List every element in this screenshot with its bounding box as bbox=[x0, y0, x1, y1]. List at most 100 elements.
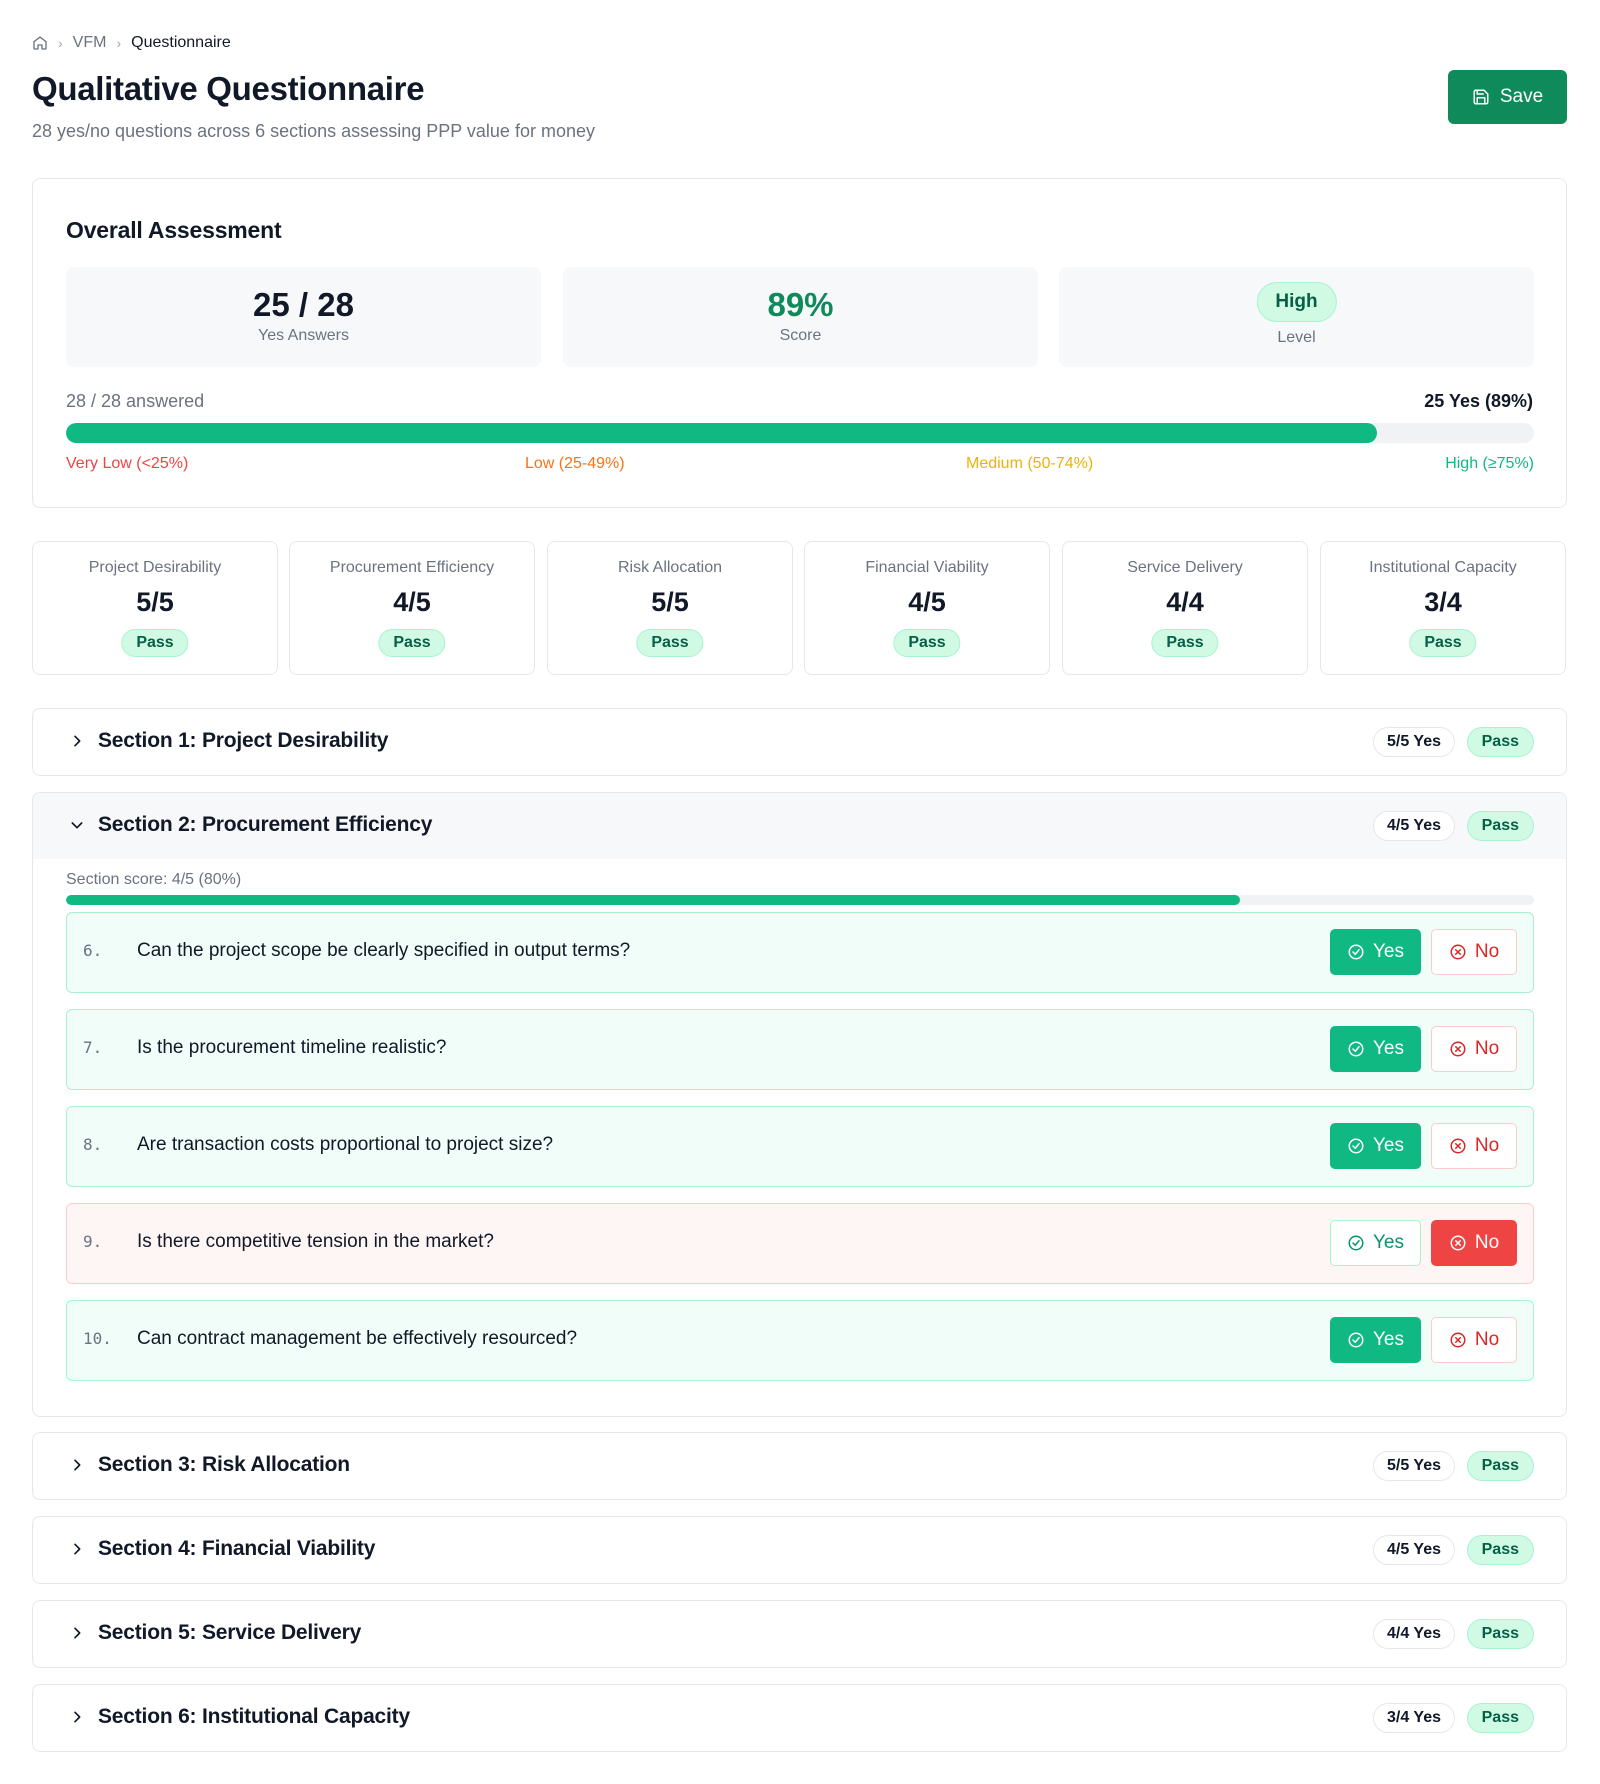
question-row: 9. Is there competitive tension in the m… bbox=[66, 1203, 1534, 1284]
question-row: 7. Is the procurement timeline realistic… bbox=[66, 1009, 1534, 1090]
yes-label: Yes bbox=[1373, 941, 1404, 962]
yes-count-badge: 4/5 Yes bbox=[1373, 1535, 1455, 1565]
x-circle-icon bbox=[1450, 1041, 1466, 1057]
question-number: 9. bbox=[83, 1232, 103, 1251]
question-text: Can contract management be effectively r… bbox=[137, 1328, 578, 1349]
section-card-value: 4/4 bbox=[1166, 587, 1204, 617]
no-label: No bbox=[1474, 1232, 1500, 1253]
question-text: Are transaction costs proportional to pr… bbox=[137, 1134, 554, 1155]
legend-low: Low (25-49%) bbox=[525, 455, 625, 472]
section-header-1[interactable]: Section 1: Project Desirability 5/5 Yes … bbox=[33, 709, 1566, 775]
x-circle-icon bbox=[1450, 1138, 1466, 1154]
chevron-right-icon bbox=[74, 735, 81, 747]
section-card-value: 4/5 bbox=[908, 587, 946, 617]
chevron-right-icon bbox=[74, 1543, 81, 1555]
section-summary-grid: Project Desirability 5/5 Pass Procuremen… bbox=[32, 541, 1567, 675]
status-badge: Pass bbox=[1466, 1703, 1534, 1733]
overall-heading: Overall Assessment bbox=[66, 217, 282, 243]
yes-button[interactable]: Yes bbox=[1330, 1220, 1421, 1266]
yes-label: Yes bbox=[1373, 1232, 1404, 1253]
yes-button[interactable]: Yes bbox=[1330, 1317, 1421, 1363]
yes-count-badge: 5/5 Yes bbox=[1373, 1451, 1455, 1481]
section-card-institutional-capacity: Institutional Capacity 3/4 Pass bbox=[1320, 541, 1566, 675]
section-title: Section 6: Institutional Capacity bbox=[98, 1705, 410, 1728]
level-legend: Very Low (<25%) Low (25-49%) Medium (50-… bbox=[66, 455, 1534, 475]
section-score-text: Section score: 4/5 (80%) bbox=[66, 871, 242, 888]
status-badge: Pass bbox=[1466, 1535, 1534, 1565]
no-label: No bbox=[1474, 1038, 1500, 1059]
score-value: 89% bbox=[767, 286, 834, 323]
legend-high: High (≥75%) bbox=[1445, 455, 1534, 472]
no-button[interactable]: No bbox=[1431, 1026, 1517, 1072]
no-label: No bbox=[1474, 1329, 1500, 1350]
chevron-right-icon: › bbox=[116, 35, 122, 51]
legend-medium: Medium (50-74%) bbox=[966, 455, 1094, 472]
status-badge: Pass bbox=[893, 629, 961, 657]
level-badge: High bbox=[1256, 282, 1337, 322]
yes-summary: 25 Yes (89%) bbox=[1424, 391, 1533, 411]
no-button[interactable]: No bbox=[1431, 1123, 1517, 1169]
section-accordion-5: Section 5: Service Delivery 4/4 Yes Pass bbox=[32, 1600, 1567, 1668]
yes-count-badge: 4/4 Yes bbox=[1373, 1619, 1455, 1649]
section-header-5[interactable]: Section 5: Service Delivery 4/4 Yes Pass bbox=[33, 1601, 1566, 1667]
no-button[interactable]: No bbox=[1431, 1220, 1517, 1266]
section-card-service-delivery: Service Delivery 4/4 Pass bbox=[1062, 541, 1308, 675]
yes-button[interactable]: Yes bbox=[1330, 1123, 1421, 1169]
save-label: Save bbox=[1499, 86, 1544, 107]
section-header-6[interactable]: Section 6: Institutional Capacity 3/4 Ye… bbox=[33, 1685, 1566, 1751]
section-accordion-2: Section 2: Procurement Efficiency 4/5 Ye… bbox=[32, 792, 1567, 1417]
status-badge: Pass bbox=[1151, 629, 1219, 657]
chevron-right-icon: › bbox=[58, 35, 63, 51]
yes-button[interactable]: Yes bbox=[1330, 929, 1421, 975]
yes-count-badge: 3/4 Yes bbox=[1373, 1703, 1455, 1733]
section-card-name: Procurement Efficiency bbox=[329, 559, 495, 576]
section-card-procurement-efficiency: Procurement Efficiency 4/5 Pass bbox=[289, 541, 535, 675]
question-text: Can the project scope be clearly specifi… bbox=[137, 940, 631, 961]
status-badge: Pass bbox=[1466, 1451, 1534, 1481]
no-button[interactable]: No bbox=[1431, 929, 1517, 975]
question-row: 8. Are transaction costs proportional to… bbox=[66, 1106, 1534, 1187]
status-badge: Pass bbox=[1466, 1619, 1534, 1649]
check-circle-icon bbox=[1348, 944, 1364, 960]
overall-assessment-card: Overall Assessment 25 / 28 Yes Answers 8… bbox=[32, 178, 1567, 508]
status-badge: Pass bbox=[1409, 629, 1477, 657]
check-circle-icon bbox=[1348, 1332, 1364, 1348]
section-header-2[interactable]: Section 2: Procurement Efficiency 4/5 Ye… bbox=[33, 793, 1566, 859]
section-card-name: Institutional Capacity bbox=[1369, 559, 1517, 576]
yes-button[interactable]: Yes bbox=[1330, 1026, 1421, 1072]
section-header-4[interactable]: Section 4: Financial Viability 4/5 Yes P… bbox=[33, 1517, 1566, 1583]
check-circle-icon bbox=[1348, 1235, 1364, 1251]
question-row: 10. Can contract management be effective… bbox=[66, 1300, 1534, 1381]
section-card-value: 3/4 bbox=[1424, 587, 1462, 617]
question-number: 7. bbox=[83, 1038, 103, 1057]
question-number: 8. bbox=[83, 1135, 103, 1154]
section-card-project-desirability: Project Desirability 5/5 Pass bbox=[32, 541, 278, 675]
section-title: Section 3: Risk Allocation bbox=[98, 1453, 350, 1476]
section-progress-bar bbox=[66, 895, 1534, 905]
yes-count-badge: 5/5 Yes bbox=[1373, 727, 1455, 757]
save-button[interactable]: Save bbox=[1448, 70, 1567, 124]
question-number: 6. bbox=[83, 941, 103, 960]
section-card-value: 4/5 bbox=[393, 587, 431, 617]
status-badge: Pass bbox=[121, 629, 189, 657]
no-label: No bbox=[1474, 941, 1500, 962]
yes-label: Yes bbox=[1373, 1329, 1404, 1350]
section-header-3[interactable]: Section 3: Risk Allocation 5/5 Yes Pass bbox=[33, 1433, 1566, 1499]
level-stat: High Level bbox=[1059, 267, 1534, 367]
status-badge: Pass bbox=[1466, 727, 1534, 757]
section-card-name: Project Desirability bbox=[88, 559, 222, 576]
section-progress-fill bbox=[66, 895, 1241, 905]
question-number: 10. bbox=[83, 1329, 112, 1348]
level-label: Level bbox=[1277, 329, 1316, 346]
x-circle-icon bbox=[1450, 1235, 1466, 1251]
score-stat: 89% Score bbox=[563, 267, 1038, 367]
breadcrumb-item-vfm[interactable]: VFM bbox=[73, 34, 107, 52]
overall-progress-bar bbox=[66, 423, 1534, 443]
page-title: Qualitative Questionnaire bbox=[32, 70, 425, 107]
home-icon[interactable] bbox=[32, 35, 48, 51]
no-button[interactable]: No bbox=[1431, 1317, 1517, 1363]
section-title: Section 2: Procurement Efficiency bbox=[98, 813, 433, 836]
section-accordion-4: Section 4: Financial Viability 4/5 Yes P… bbox=[32, 1516, 1567, 1584]
breadcrumb-item-current: Questionnaire bbox=[131, 34, 231, 51]
no-label: No bbox=[1474, 1135, 1500, 1156]
